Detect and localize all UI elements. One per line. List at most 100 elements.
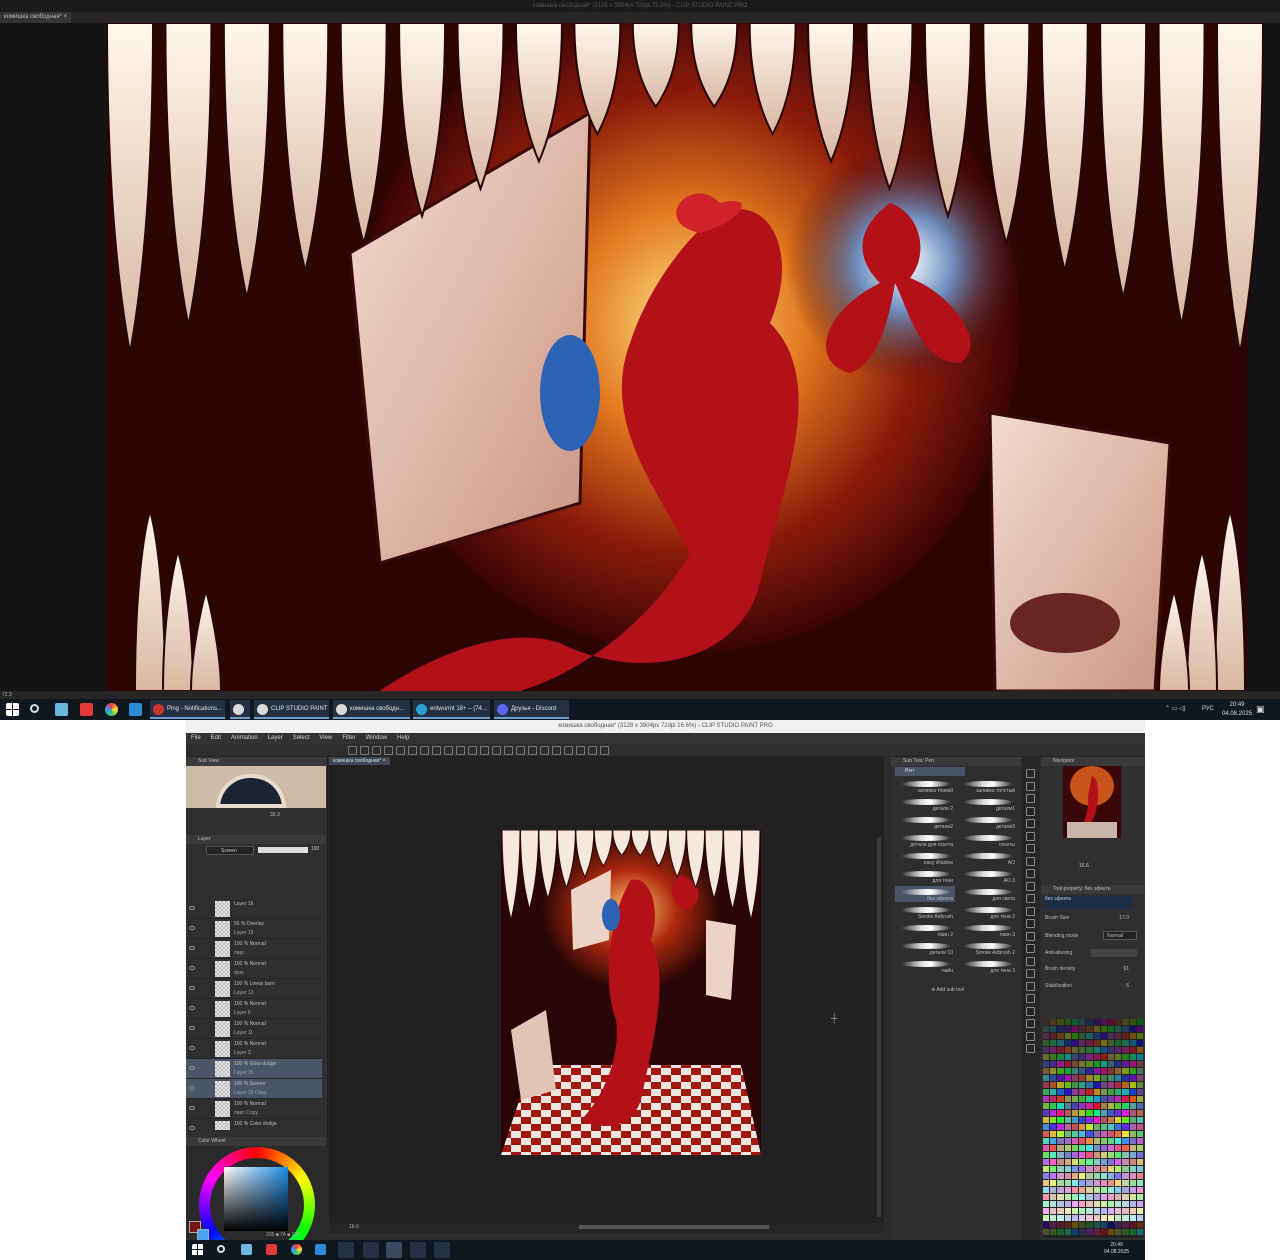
- palette-swatch[interactable]: [1086, 1229, 1093, 1235]
- palette-swatch[interactable]: [1093, 1215, 1100, 1221]
- add-subtool-button[interactable]: ⊕ Add sub tool: [931, 987, 964, 993]
- command-icon[interactable]: [384, 746, 393, 755]
- command-icon[interactable]: [360, 746, 369, 755]
- palette-swatch[interactable]: [1129, 1180, 1136, 1186]
- palette-swatch[interactable]: [1136, 1047, 1143, 1053]
- palette-swatch[interactable]: [1122, 1208, 1129, 1214]
- palette-swatch[interactable]: [1050, 1040, 1057, 1046]
- palette-swatch[interactable]: [1093, 1061, 1100, 1067]
- palette-swatch[interactable]: [1050, 1222, 1057, 1228]
- palette-swatch[interactable]: [1129, 1054, 1136, 1060]
- palette-swatch[interactable]: [1136, 1026, 1143, 1032]
- menu-item-animation[interactable]: Animation: [226, 733, 263, 744]
- palette-swatch[interactable]: [1064, 1054, 1071, 1060]
- palette-swatch[interactable]: [1079, 1075, 1086, 1081]
- palette-swatch[interactable]: [1050, 1117, 1057, 1123]
- palette-swatch[interactable]: [1086, 1131, 1093, 1137]
- palette-swatch[interactable]: [1107, 1117, 1115, 1123]
- eye-icon[interactable]: [189, 926, 195, 930]
- files-icon-2[interactable]: [241, 1244, 252, 1255]
- palette-swatch[interactable]: [1071, 1026, 1079, 1032]
- command-icon[interactable]: [552, 746, 561, 755]
- palette-swatch[interactable]: [1100, 1054, 1107, 1060]
- palette-swatch[interactable]: [1071, 1096, 1079, 1102]
- palette-swatch[interactable]: [1064, 1180, 1071, 1186]
- palette-swatch[interactable]: [1122, 1124, 1129, 1130]
- palette-swatch[interactable]: [1107, 1096, 1115, 1102]
- palette-swatch[interactable]: [1122, 1166, 1129, 1172]
- palette-swatch[interactable]: [1136, 1061, 1143, 1067]
- palette-swatch[interactable]: [1086, 1110, 1093, 1116]
- discord-icon[interactable]: [434, 1242, 450, 1258]
- brush-item[interactable]: заливка толстый: [957, 778, 1017, 794]
- palette-swatch[interactable]: [1071, 1138, 1079, 1144]
- palette-swatch[interactable]: [1115, 1033, 1122, 1039]
- palette-swatch[interactable]: [1050, 1061, 1057, 1067]
- palette-swatch[interactable]: [1071, 1166, 1079, 1172]
- brush-item[interactable]: детали для оскета: [895, 832, 955, 848]
- palette-swatch[interactable]: [1100, 1131, 1107, 1137]
- windows-start-icon[interactable]: [6, 703, 19, 716]
- palette-swatch[interactable]: [1122, 1131, 1129, 1137]
- eye-icon[interactable]: [189, 986, 195, 990]
- taskbar-app-0[interactable]: Ping - Notifications...: [150, 700, 225, 719]
- brush-item[interactable]: оскеты: [957, 832, 1017, 848]
- palette-swatch[interactable]: [1043, 1096, 1050, 1102]
- palette-swatch[interactable]: [1115, 1229, 1122, 1235]
- palette-swatch[interactable]: [1050, 1047, 1057, 1053]
- palette-swatch[interactable]: [1122, 1103, 1129, 1109]
- palette-swatch[interactable]: [1043, 1019, 1050, 1025]
- palette-swatch[interactable]: [1107, 1075, 1115, 1081]
- palette-swatch[interactable]: [1043, 1173, 1050, 1179]
- palette-swatch[interactable]: [1107, 1138, 1115, 1144]
- palette-swatch[interactable]: [1093, 1166, 1100, 1172]
- palette-swatch[interactable]: [1043, 1208, 1050, 1214]
- palette-swatch[interactable]: [1071, 1201, 1079, 1207]
- palette-swatch[interactable]: [1064, 1047, 1071, 1053]
- palette-swatch[interactable]: [1115, 1103, 1122, 1109]
- palette-swatch[interactable]: [1129, 1117, 1136, 1123]
- palette-swatch[interactable]: [1057, 1194, 1064, 1200]
- palette-swatch[interactable]: [1093, 1075, 1100, 1081]
- subtool-group-pen[interactable]: Pen: [895, 767, 965, 776]
- palette-swatch[interactable]: [1043, 1033, 1050, 1039]
- palette-swatch[interactable]: [1115, 1068, 1122, 1074]
- palette-swatch[interactable]: [1079, 1131, 1086, 1137]
- palette-swatch[interactable]: [1100, 1026, 1107, 1032]
- palette-swatch[interactable]: [1093, 1068, 1100, 1074]
- palette-swatch[interactable]: [1057, 1026, 1064, 1032]
- palette-swatch[interactable]: [1093, 1187, 1100, 1193]
- palette-swatch[interactable]: [1136, 1215, 1143, 1221]
- brush-tool-icon[interactable]: [1026, 831, 1035, 841]
- operation-tool-icon[interactable]: [1026, 994, 1035, 1003]
- palette-swatch[interactable]: [1071, 1145, 1079, 1151]
- palette-swatch[interactable]: [1050, 1152, 1057, 1158]
- palette-swatch[interactable]: [1100, 1117, 1107, 1123]
- palette-swatch[interactable]: [1136, 1166, 1143, 1172]
- palette-swatch[interactable]: [1122, 1089, 1129, 1095]
- palette-swatch[interactable]: [1129, 1201, 1136, 1207]
- palette-swatch[interactable]: [1086, 1173, 1093, 1179]
- palette-swatch[interactable]: [1043, 1040, 1050, 1046]
- palette-swatch[interactable]: [1050, 1166, 1057, 1172]
- palette-swatch[interactable]: [1050, 1096, 1057, 1102]
- palette-swatch[interactable]: [1043, 1229, 1050, 1235]
- palette-swatch[interactable]: [1057, 1061, 1064, 1067]
- palette-swatch[interactable]: [1100, 1159, 1107, 1165]
- palette-swatch[interactable]: [1057, 1110, 1064, 1116]
- palette-swatch[interactable]: [1122, 1110, 1129, 1116]
- palette-swatch[interactable]: [1100, 1061, 1107, 1067]
- palette-swatch[interactable]: [1093, 1229, 1100, 1235]
- palette-swatch[interactable]: [1100, 1201, 1107, 1207]
- palette-swatch[interactable]: [1050, 1201, 1057, 1207]
- command-icon[interactable]: [468, 746, 477, 755]
- palette-swatch[interactable]: [1064, 1201, 1071, 1207]
- palette-swatch[interactable]: [1079, 1208, 1086, 1214]
- palette-swatch[interactable]: [1129, 1075, 1136, 1081]
- palette-swatch[interactable]: [1057, 1047, 1064, 1053]
- palette-swatch[interactable]: [1086, 1124, 1093, 1130]
- palette-swatch[interactable]: [1050, 1089, 1057, 1095]
- palette-swatch[interactable]: [1086, 1019, 1093, 1025]
- palette-swatch[interactable]: [1107, 1026, 1115, 1032]
- palette-swatch[interactable]: [1093, 1194, 1100, 1200]
